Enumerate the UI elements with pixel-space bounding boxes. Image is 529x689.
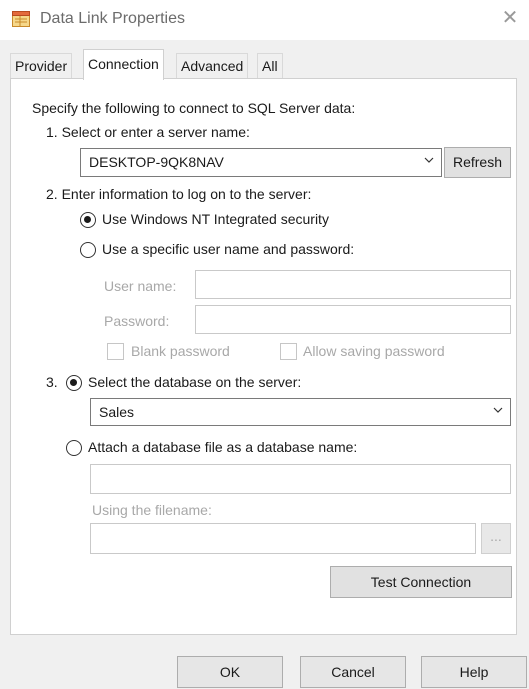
step3-number: 3. [46, 374, 58, 390]
database-select[interactable]: Sales [90, 398, 511, 426]
data-link-icon [12, 11, 30, 27]
attach-database-radio[interactable] [66, 440, 82, 456]
server-name-value: DESKTOP-9QK8NAV [89, 154, 224, 170]
cancel-button[interactable]: Cancel [300, 656, 406, 688]
browse-button[interactable]: ... [481, 523, 511, 554]
password-label: Password: [104, 313, 170, 329]
refresh-button[interactable]: Refresh [444, 147, 511, 178]
windows-security-label: Use Windows NT Integrated security [102, 211, 329, 227]
specific-user-radio[interactable] [80, 242, 96, 258]
chevron-down-icon[interactable] [493, 407, 503, 416]
username-field[interactable] [195, 270, 511, 299]
blank-password-label: Blank password [131, 343, 230, 359]
tab-connection[interactable]: Connection [83, 49, 164, 80]
test-connection-button[interactable]: Test Connection [330, 566, 512, 598]
ok-button[interactable]: OK [177, 656, 283, 688]
step2-label: 2. Enter information to log on to the se… [46, 186, 312, 202]
allow-saving-password-label: Allow saving password [303, 343, 445, 359]
select-database-radio[interactable] [66, 375, 82, 391]
help-button[interactable]: Help [421, 656, 527, 688]
intro-text: Specify the following to connect to SQL … [32, 100, 356, 116]
window-title: Data Link Properties [40, 10, 185, 27]
tab-all[interactable]: All [257, 53, 283, 79]
database-select-value: Sales [99, 404, 135, 420]
allow-saving-password-checkbox[interactable] [280, 343, 297, 360]
blank-password-checkbox[interactable] [107, 343, 124, 360]
tab-provider[interactable]: Provider [10, 53, 73, 79]
attach-database-name-field[interactable] [90, 464, 511, 494]
chevron-down-icon[interactable] [424, 157, 434, 166]
server-name-combobox[interactable]: DESKTOP-9QK8NAV [80, 148, 442, 177]
password-field[interactable] [195, 305, 511, 334]
filename-label: Using the filename: [92, 502, 212, 518]
step1-label: 1. Select or enter a server name: [46, 124, 250, 140]
tab-advanced[interactable]: Advanced [176, 53, 249, 79]
close-icon[interactable]: ✕ [499, 6, 521, 30]
windows-security-radio[interactable] [80, 212, 96, 228]
filename-field[interactable] [90, 523, 476, 554]
select-database-label: Select the database on the server: [88, 374, 302, 390]
attach-database-label: Attach a database file as a database nam… [88, 439, 358, 455]
specific-user-label: Use a specific user name and password: [102, 241, 355, 257]
username-label: User name: [104, 278, 177, 294]
